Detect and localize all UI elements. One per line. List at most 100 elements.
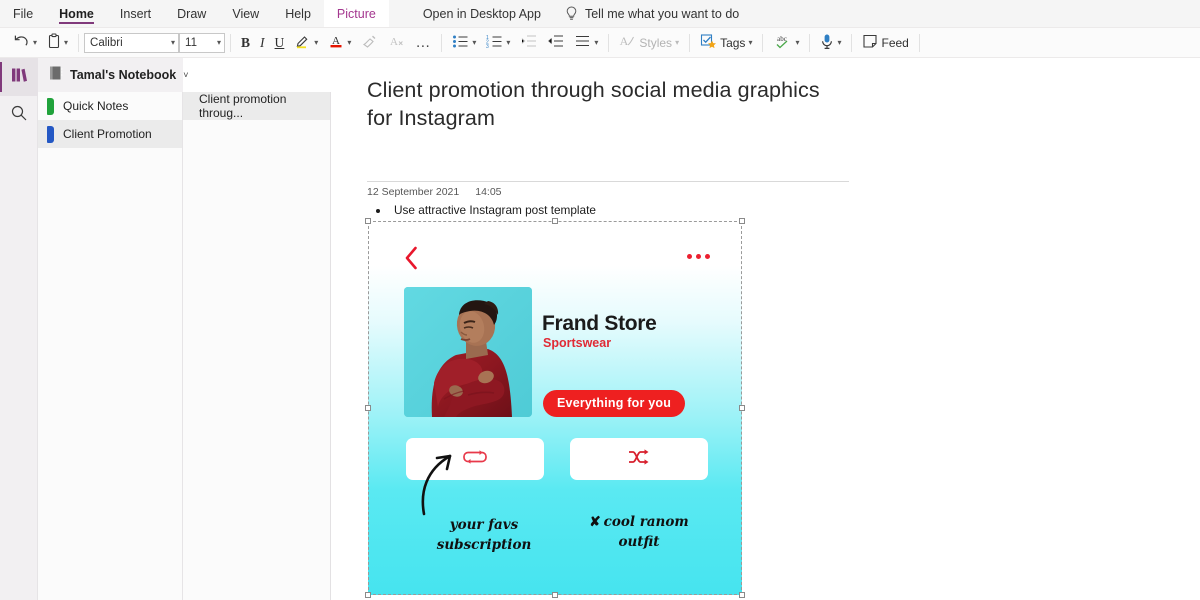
highlight-button[interactable]: ▾ (289, 30, 323, 56)
resize-handle-bottom-middle[interactable] (552, 592, 558, 598)
tab-view-label: View (232, 7, 259, 21)
tab-picture[interactable]: Picture (324, 0, 389, 27)
brand-subtitle: Sportswear (543, 336, 611, 350)
tab-view[interactable]: View (219, 0, 272, 27)
align-button[interactable]: ▾ (569, 30, 603, 56)
decrease-indent-button[interactable] (515, 30, 542, 56)
list-item[interactable]: Use attractive Instagram post template (390, 205, 836, 217)
highlight-caret-icon[interactable]: ▾ (314, 39, 318, 47)
dictate-caret-icon[interactable]: ▾ (837, 39, 841, 47)
rail-search-button[interactable] (0, 96, 38, 134)
resize-handle-bottom-right[interactable] (739, 592, 745, 598)
align-caret-icon[interactable]: ▾ (594, 39, 598, 47)
tab-home[interactable]: Home (46, 0, 107, 27)
spelling-button[interactable]: abc ▾ (768, 30, 804, 56)
notebook-title: Tamal's Notebook (70, 68, 176, 82)
page-date: 12 September 2021 (367, 186, 459, 198)
tab-home-label: Home (59, 7, 94, 21)
section-item-label: Quick Notes (63, 99, 128, 113)
resize-handle-top-right[interactable] (739, 218, 745, 224)
notebook-header[interactable]: Tamal's Notebook ˅ (38, 58, 183, 92)
toolbar-divider (441, 34, 442, 52)
tab-insert[interactable]: Insert (107, 0, 164, 27)
underline-button[interactable]: U (270, 30, 290, 56)
toolbar-divider (851, 34, 852, 52)
styles-button[interactable]: A Styles ▾ (614, 30, 684, 56)
section-item-quick-notes[interactable]: Quick Notes (38, 92, 182, 120)
resize-handle-bottom-left[interactable] (365, 592, 371, 598)
tab-file[interactable]: File (0, 0, 46, 27)
resize-handle-middle-right[interactable] (739, 405, 745, 411)
rail-notebooks-button[interactable] (0, 58, 38, 96)
open-in-desktop-app-link[interactable]: Open in Desktop App (411, 0, 553, 27)
font-name-select[interactable]: Calibri ▾ (84, 33, 179, 53)
page-item-client-promotion[interactable]: Client promotion throug... (183, 92, 330, 120)
font-color-button[interactable]: A ▾ (323, 30, 356, 56)
page-item-label: Client promotion throug... (199, 92, 330, 120)
tab-picture-label: Picture (337, 7, 376, 21)
more-horizontal-icon[interactable] (687, 254, 710, 259)
tab-file-label: File (13, 7, 33, 21)
tab-insert-label: Insert (120, 7, 151, 21)
page-time: 14:05 (475, 186, 501, 198)
increase-indent-icon (547, 34, 564, 51)
italic-icon: I (260, 35, 265, 51)
resize-handle-top-left[interactable] (365, 218, 371, 224)
tell-me-search[interactable]: Tell me what you want to do (553, 0, 751, 27)
page-title[interactable]: Client promotion through social media gr… (367, 77, 849, 132)
svg-text:A: A (620, 34, 629, 48)
handwriting-left-line1: your favs (424, 516, 544, 536)
shuffle-icon (626, 447, 652, 472)
tabbar-spacer (389, 0, 411, 27)
feed-button[interactable]: Feed (857, 30, 913, 56)
chevron-left-icon[interactable] (404, 246, 419, 270)
handwriting-right-line1-wrap: ✘cool ranom (564, 513, 714, 533)
formatting-toolbar: ▾ ▾ Calibri ▾ 11 ▾ B I U ▾ A (0, 28, 1200, 58)
chevron-down-icon[interactable]: ˅ (183, 70, 188, 80)
notebook-icon (48, 65, 63, 86)
instagram-graphic: Frand Store Sportswear Everything for yo… (368, 221, 742, 595)
toolbar-divider (809, 34, 810, 52)
search-icon (10, 104, 28, 127)
font-size-select[interactable]: 11 ▾ (179, 33, 225, 53)
resize-handle-top-middle[interactable] (552, 218, 558, 224)
clear-formatting-button[interactable]: A (383, 30, 410, 56)
resize-handle-middle-left[interactable] (365, 405, 371, 411)
italic-button[interactable]: I (255, 30, 270, 56)
font-color-caret-icon[interactable]: ▾ (347, 39, 351, 47)
section-item-client-promotion[interactable]: Client Promotion (38, 120, 182, 148)
selected-image-container[interactable]: Frand Store Sportswear Everything for yo… (368, 221, 742, 595)
tags-button[interactable]: Tags ▾ (695, 30, 757, 56)
undo-button[interactable]: ▾ (8, 30, 42, 56)
bold-button[interactable]: B (236, 30, 255, 56)
tab-draw[interactable]: Draw (164, 0, 219, 27)
dictate-button[interactable]: ▾ (815, 30, 846, 56)
numbered-list-caret-icon[interactable]: ▾ (506, 39, 510, 47)
undo-caret-icon[interactable]: ▾ (33, 39, 37, 47)
bulleted-list-caret-icon[interactable]: ▾ (472, 39, 476, 47)
increase-indent-button[interactable] (542, 30, 569, 56)
title-divider (367, 181, 849, 182)
tab-help[interactable]: Help (272, 0, 324, 27)
section-color-bar (47, 126, 54, 143)
spellcheck-icon: abc (773, 33, 792, 52)
tab-draw-label: Draw (177, 7, 206, 21)
format-painter-button[interactable] (356, 30, 383, 56)
brand-title: Frand Store (542, 312, 657, 336)
svg-text:3: 3 (486, 44, 489, 48)
bold-icon: B (241, 35, 250, 51)
handwriting-right: ✘cool ranom outfit (564, 513, 714, 552)
bulleted-list-button[interactable]: ▾ (447, 30, 481, 56)
note-canvas[interactable]: Client promotion through social media gr… (331, 58, 1200, 600)
styles-caret-icon[interactable]: ▾ (675, 39, 679, 47)
tags-caret-icon[interactable]: ▾ (748, 39, 752, 47)
clipboard-button[interactable]: ▾ (42, 30, 73, 56)
toolbar-divider (608, 34, 609, 52)
more-formatting-button[interactable]: … (410, 30, 436, 56)
spelling-caret-icon[interactable]: ▾ (795, 39, 799, 47)
clipboard-caret-icon[interactable]: ▾ (64, 39, 68, 47)
feed-label: Feed (881, 36, 908, 50)
list-item-label: Use attractive Instagram post template (394, 203, 596, 217)
toolbar-divider (689, 34, 690, 52)
numbered-list-button[interactable]: 123 ▾ (481, 30, 515, 56)
